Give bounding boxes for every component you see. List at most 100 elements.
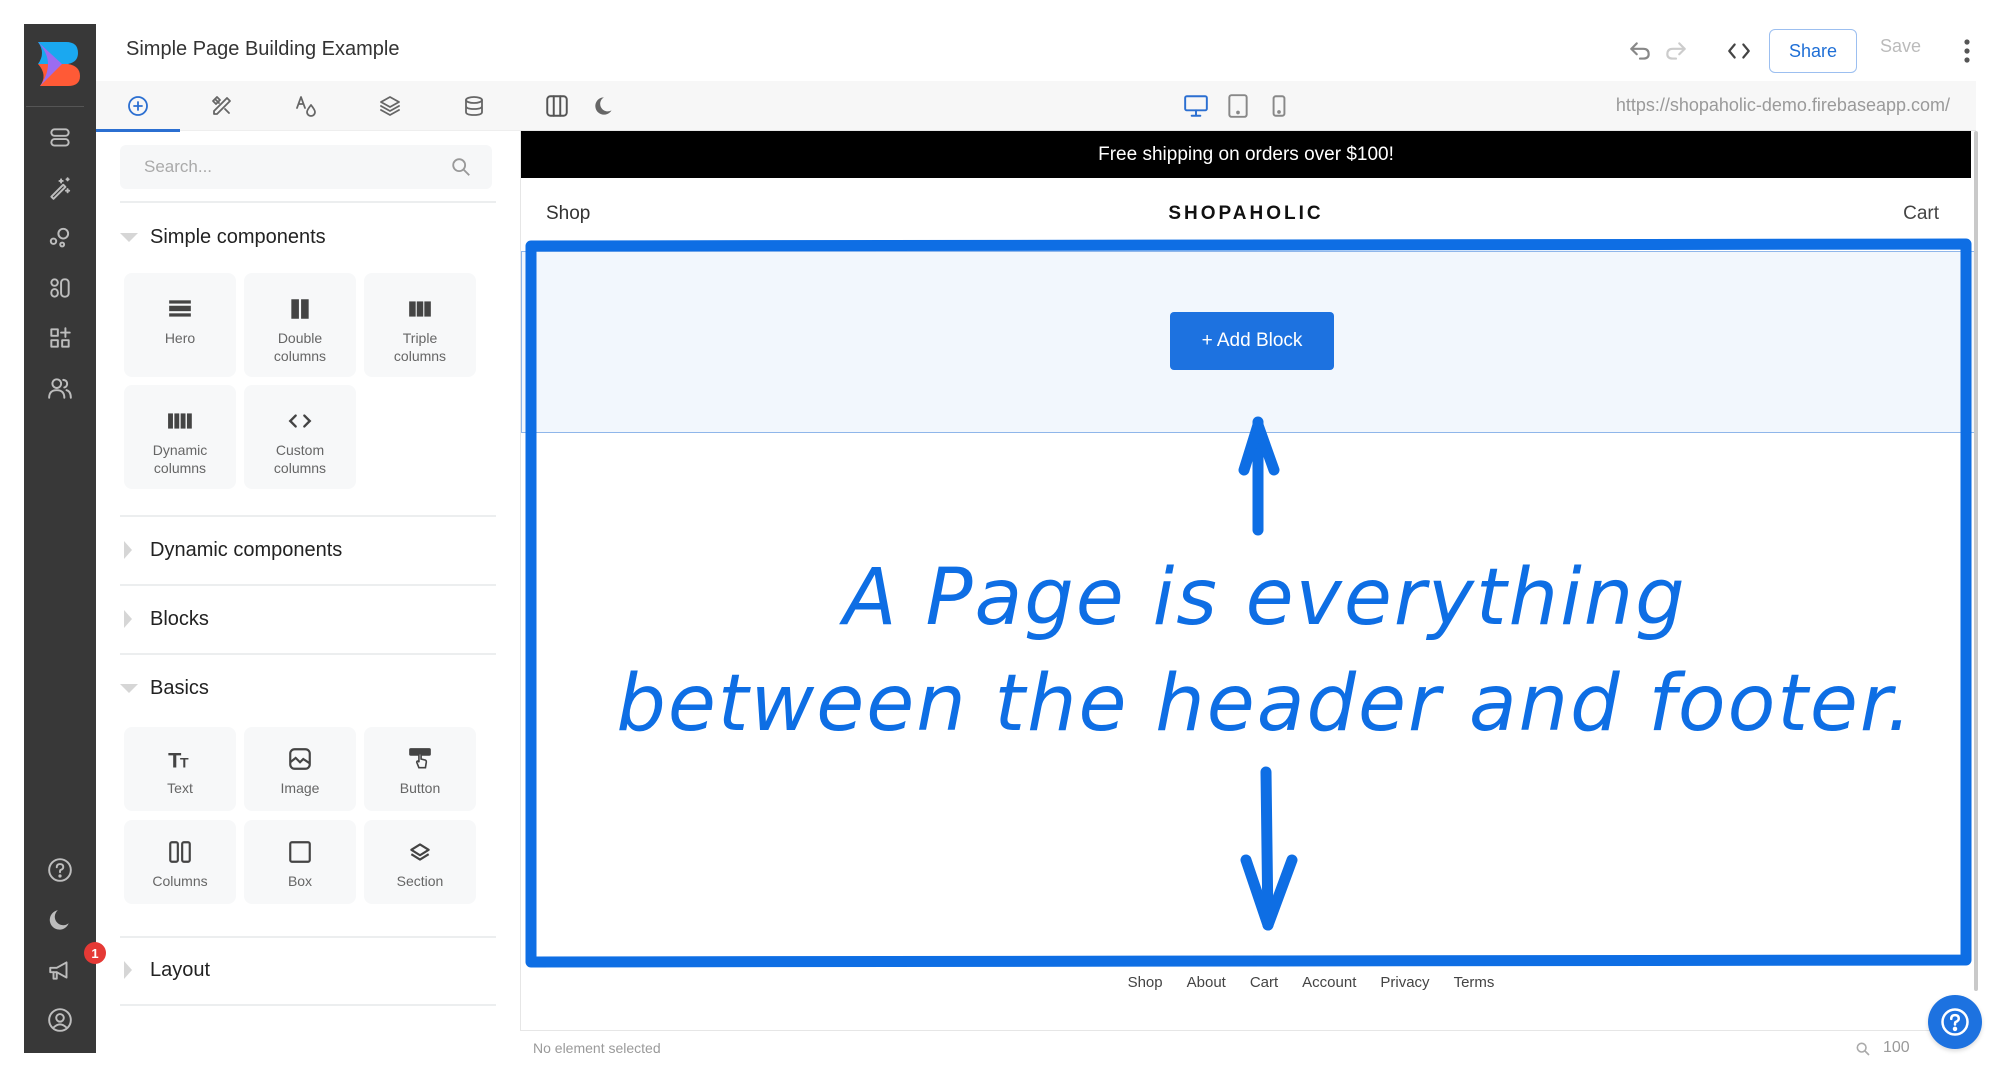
tab-layers[interactable] — [348, 81, 432, 131]
device-mobile-button[interactable] — [1266, 93, 1292, 119]
footer-link[interactable]: Terms — [1454, 974, 1495, 991]
redo-icon — [1666, 42, 1686, 60]
button-icon — [406, 745, 434, 773]
component-image[interactable]: Image — [244, 727, 356, 811]
section-dynamic-components[interactable]: Dynamic components — [120, 535, 342, 565]
component-search[interactable] — [120, 145, 492, 189]
layers-icon — [380, 96, 400, 116]
section-simple-components[interactable]: Simple components — [120, 222, 326, 252]
announcements-icon[interactable]: 1 — [40, 942, 106, 990]
tab-design[interactable] — [180, 81, 264, 131]
footer-link[interactable]: Cart — [1250, 974, 1278, 991]
account-icon[interactable] — [40, 1000, 80, 1040]
section-blocks[interactable]: Blocks — [120, 604, 209, 634]
promo-banner: Free shipping on orders over $100! — [521, 131, 1971, 178]
zoom-level[interactable]: 100 — [1883, 1039, 1910, 1057]
notification-badge: 1 — [84, 942, 106, 964]
caret-down-icon — [120, 683, 150, 693]
section-layout[interactable]: Layout — [120, 955, 210, 985]
site-footer: Shop About Cart Account Privacy Terms — [521, 974, 1971, 991]
footer-link[interactable]: About — [1187, 974, 1226, 991]
divider — [120, 584, 496, 586]
footer-link[interactable]: Account — [1302, 974, 1356, 991]
undo-icon — [1630, 42, 1650, 60]
zoom-icon — [1856, 1042, 1870, 1056]
apps-add-icon[interactable] — [40, 318, 80, 358]
section-label: Layout — [150, 958, 211, 981]
divider — [120, 1004, 496, 1006]
canvas-toolbar: https://shopaholic-demo.firebaseapp.com/ — [520, 81, 1976, 131]
layout-icon[interactable] — [40, 268, 80, 308]
component-dynamic-columns[interactable]: Dynamic columns — [124, 385, 236, 489]
component-label: Custom columns — [273, 442, 327, 476]
sidebar-divider — [26, 106, 84, 107]
double-columns-icon — [286, 295, 314, 323]
save-button[interactable]: Save — [1880, 36, 1921, 57]
pages-icon[interactable] — [40, 118, 80, 158]
components-icon[interactable] — [40, 218, 80, 258]
mobile-icon — [1272, 95, 1286, 117]
component-double-columns[interactable]: Double columns — [244, 273, 356, 377]
component-label: Box — [287, 873, 313, 889]
app-sidebar: 1 — [24, 24, 106, 1053]
component-columns[interactable]: Columns — [124, 820, 236, 904]
tab-typography-colors[interactable] — [264, 81, 348, 131]
builder-logo-icon[interactable] — [36, 40, 80, 88]
dark-mode-icon[interactable] — [40, 900, 80, 940]
tab-add-elements[interactable] — [96, 81, 180, 132]
section-icon — [406, 838, 434, 866]
section-basics[interactable]: Basics — [120, 673, 209, 703]
selection-status: No element selected — [533, 1040, 661, 1056]
component-text[interactable]: TT Text — [124, 727, 236, 811]
component-button[interactable]: Button — [364, 727, 476, 811]
users-icon[interactable] — [40, 368, 80, 408]
footer-link[interactable]: Privacy — [1380, 974, 1429, 991]
annotation-line-1: A Page is everything — [843, 553, 1687, 643]
code-view-button[interactable] — [1722, 34, 1756, 68]
component-section[interactable]: Section — [364, 820, 476, 904]
code-icon — [1728, 43, 1750, 59]
undo-button[interactable] — [1623, 34, 1657, 68]
site-brand: SHOPAHOLIC — [1168, 203, 1324, 224]
add-block-button[interactable]: + Add Block — [1170, 312, 1334, 370]
help-button[interactable] — [1928, 995, 1982, 1049]
panels-icon — [546, 95, 568, 117]
divider — [120, 515, 496, 517]
triple-columns-icon — [406, 295, 434, 323]
search-input[interactable] — [144, 157, 450, 177]
section-label: Basics — [150, 676, 209, 699]
device-desktop-button[interactable] — [1183, 93, 1209, 119]
component-triple-columns[interactable]: Triple columns — [364, 273, 476, 377]
component-hero[interactable]: Hero — [124, 273, 236, 377]
help-icon[interactable] — [40, 850, 80, 890]
component-label: Triple columns — [393, 330, 447, 364]
component-custom-columns[interactable]: Custom columns — [244, 385, 356, 489]
desktop-icon — [1184, 95, 1208, 117]
site-header: Shop SHOPAHOLIC Cart — [521, 178, 1971, 246]
component-label: Double columns — [273, 330, 327, 364]
hero-icon — [166, 295, 194, 323]
nav-link-cart[interactable]: Cart — [1903, 203, 1939, 225]
annotation-line-2: between the header and footer. — [616, 659, 1914, 749]
page-drop-zone[interactable]: + Add Block — [521, 251, 1975, 433]
component-box[interactable]: Box — [244, 820, 356, 904]
magic-wand-icon[interactable] — [40, 168, 80, 208]
redo-button[interactable] — [1659, 34, 1693, 68]
preview-url[interactable]: https://shopaholic-demo.firebaseapp.com/ — [1616, 95, 1950, 116]
tab-data[interactable] — [432, 81, 516, 131]
panel-tabs — [96, 81, 520, 132]
canvas-dark-mode-button[interactable] — [592, 93, 618, 119]
svg-text:T: T — [180, 755, 189, 771]
footer-link[interactable]: Shop — [1128, 974, 1163, 991]
section-label: Dynamic components — [150, 538, 343, 561]
panels-toggle-button[interactable] — [544, 93, 570, 119]
canvas-scrollbar[interactable] — [1974, 131, 1978, 991]
component-label: Button — [399, 780, 441, 796]
device-tablet-button[interactable] — [1225, 93, 1251, 119]
divider — [120, 653, 496, 655]
component-label: Section — [396, 873, 444, 889]
more-menu-button[interactable] — [1960, 36, 1974, 66]
dynamic-columns-icon — [166, 407, 194, 435]
annotation-text: A Page is everything between the header … — [560, 545, 1970, 757]
share-button[interactable]: Share — [1769, 29, 1857, 73]
